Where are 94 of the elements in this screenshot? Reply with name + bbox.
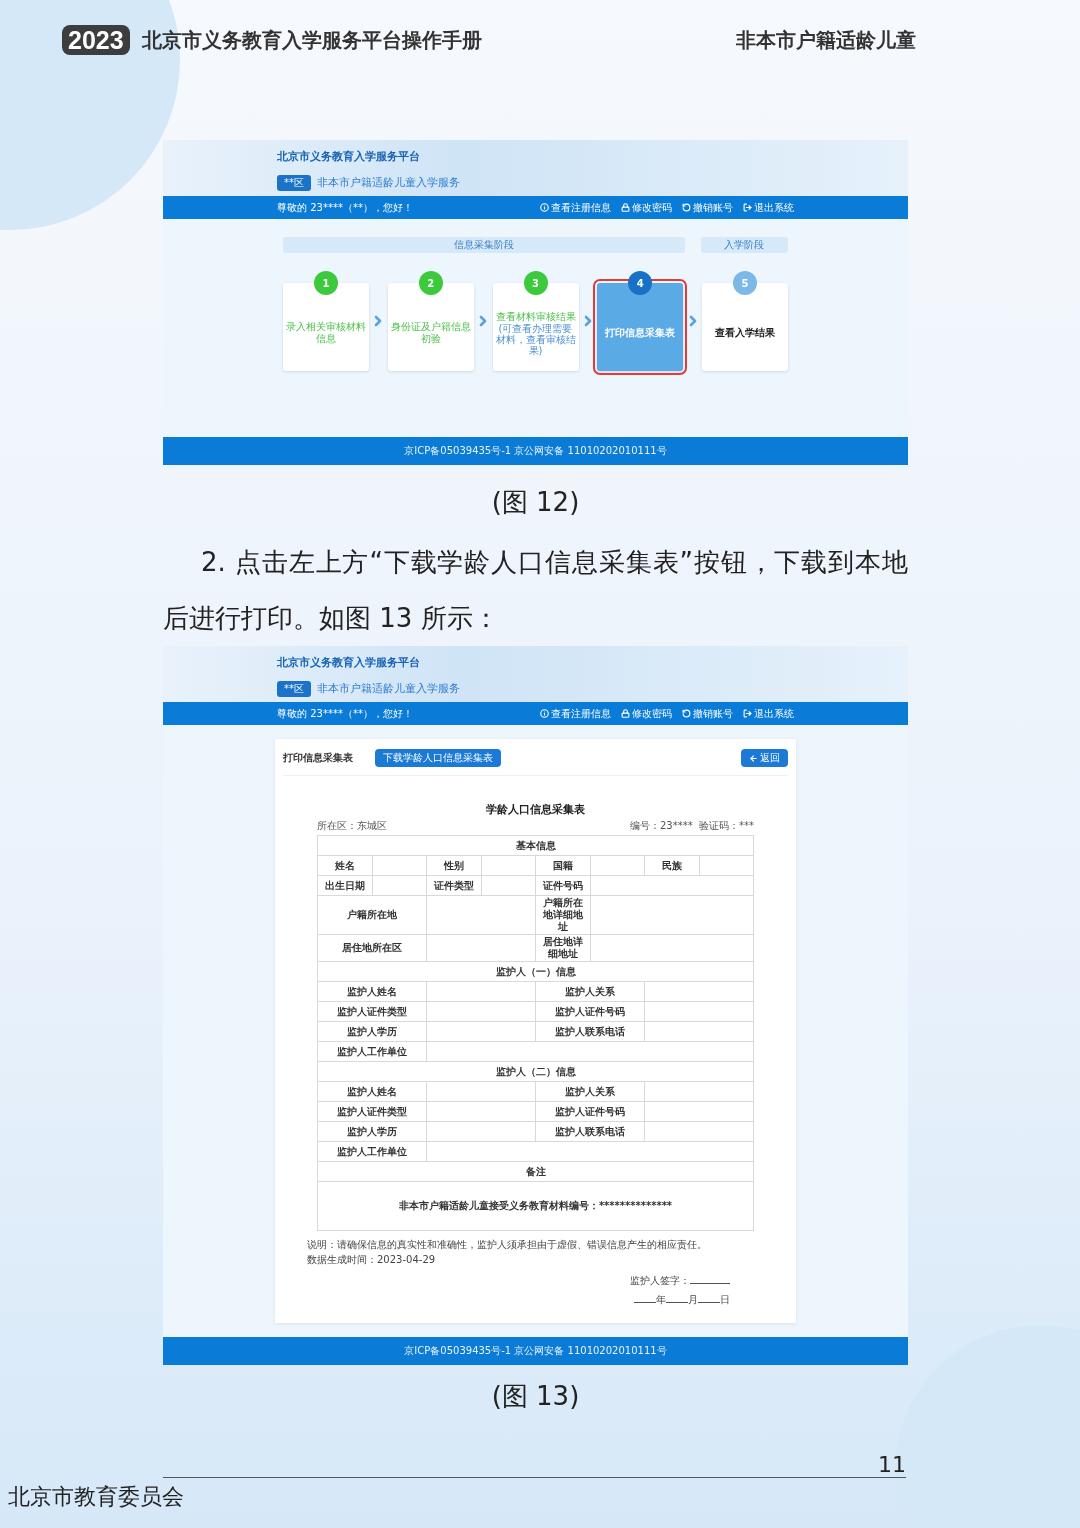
nav-link[interactable]: 查看注册信息 bbox=[540, 706, 611, 721]
table-cell: 证件号码 bbox=[535, 875, 590, 896]
nav-link[interactable]: 撤销账号 bbox=[682, 200, 733, 215]
nav-icon bbox=[621, 203, 630, 212]
empty-cell bbox=[699, 855, 754, 876]
serial-text: 编号：23**** 验证码：*** bbox=[629, 819, 754, 833]
empty-cell bbox=[372, 855, 427, 876]
empty-cell bbox=[590, 855, 645, 876]
platform-title: 北京市义务教育入学服务平台 bbox=[277, 149, 421, 165]
nav-link[interactable]: 查看注册信息 bbox=[540, 200, 611, 215]
table-cell: 非本市户籍适龄儿童接受义务教育材料编号：************** bbox=[317, 1181, 754, 1231]
download-button[interactable]: 下载学龄人口信息采集表 bbox=[375, 749, 501, 767]
stage-bar: 信息采集阶段 bbox=[283, 237, 685, 253]
nav-link[interactable]: 退出系统 bbox=[743, 200, 794, 215]
page-number: 11 bbox=[878, 1452, 907, 1477]
form-title: 学龄人口信息采集表 bbox=[485, 802, 586, 817]
district-badge: **区 bbox=[277, 680, 311, 697]
step-number: 5 bbox=[733, 271, 757, 295]
table-cell: 出生日期 bbox=[317, 875, 372, 896]
table-cell: 监护人证件类型 bbox=[317, 1001, 427, 1022]
table-cell: 监护人工作单位 bbox=[317, 1041, 427, 1062]
platform-title: 北京市义务教育入学服务平台 bbox=[277, 655, 421, 671]
table-cell: 国籍 bbox=[535, 855, 590, 876]
table-cell: 姓名 bbox=[317, 855, 372, 876]
table-cell: 监护人证件号码 bbox=[535, 1001, 645, 1022]
step-label: 录入相关审核材料信息 bbox=[286, 321, 366, 345]
service-name: 非本市户籍适龄儿童入学服务 bbox=[317, 681, 460, 697]
nav-link[interactable]: 修改密码 bbox=[621, 200, 672, 215]
publisher-name: 北京市教育委员会 bbox=[8, 1483, 185, 1511]
step-number: 1 bbox=[314, 271, 338, 295]
footer-text: 京ICP备05039435号-1 京公网安备 11010202010111号 bbox=[404, 444, 667, 458]
table-cell: 监护人证件类型 bbox=[317, 1101, 427, 1122]
table-cell: 居住地详细地址 bbox=[535, 934, 590, 962]
table-cell: 监护人工作单位 bbox=[317, 1141, 427, 1162]
step-label: 查看入学结果 bbox=[715, 327, 775, 339]
table-cell: 监护人联系电话 bbox=[535, 1121, 645, 1142]
table-cell: 证件类型 bbox=[426, 875, 481, 896]
nav-link[interactable]: 退出系统 bbox=[743, 706, 794, 721]
step-label: 打印信息采集表 bbox=[605, 327, 676, 339]
table-cell: 监护人学历 bbox=[317, 1021, 427, 1042]
nav-icon bbox=[743, 709, 752, 718]
stage-bar: 入学阶段 bbox=[700, 237, 788, 253]
nav-link[interactable]: 修改密码 bbox=[621, 706, 672, 721]
district-badge: **区 bbox=[277, 174, 311, 191]
footer-text: 京ICP备05039435号-1 京公网安备 11010202010111号 bbox=[404, 1344, 667, 1358]
greeting-text: 尊敬的 23****（**），您好！ bbox=[277, 706, 413, 721]
empty-cell bbox=[372, 875, 427, 896]
nav-link[interactable]: 撤销账号 bbox=[682, 706, 733, 721]
step-number: 2 bbox=[418, 271, 443, 295]
table-cell: 监护人姓名 bbox=[317, 1081, 427, 1102]
arrow-left-icon bbox=[749, 753, 758, 763]
section-title: 非本市户籍适龄儿童 bbox=[736, 26, 916, 54]
step-number: 3 bbox=[523, 271, 548, 295]
table-cell: 备注 bbox=[317, 1161, 754, 1182]
table-cell: 民族 bbox=[644, 855, 699, 876]
table-cell: 监护人（一）信息 bbox=[317, 961, 754, 982]
table-cell: 监护人关系 bbox=[535, 1081, 645, 1102]
year-badge: 2023 bbox=[62, 25, 130, 55]
instruction-paragraph: 2. 点击左上方“下载学龄人口信息采集表”按钮，下载到本地后进行打印。如图 13 所示： bbox=[163, 546, 908, 635]
generated-time: 数据生成时间：2023-04-29 bbox=[306, 1253, 437, 1267]
table-cell: 基本信息 bbox=[317, 835, 754, 856]
step-number: 4 bbox=[628, 271, 653, 295]
table-cell: 监护人关系 bbox=[535, 981, 645, 1002]
nav-icon bbox=[682, 709, 691, 718]
table-cell: 监护人证件号码 bbox=[535, 1101, 645, 1122]
greeting-text: 尊敬的 23****（**），您好！ bbox=[277, 200, 413, 215]
card-title: 打印信息采集表 bbox=[283, 751, 353, 765]
empty-cell bbox=[481, 855, 536, 876]
figure-caption: (图 12) bbox=[490, 486, 581, 519]
nav-icon bbox=[743, 203, 752, 212]
nav-icon bbox=[540, 203, 549, 212]
back-button[interactable]: 返回 bbox=[741, 749, 788, 767]
step-label: 身份证及户籍信息初验 bbox=[390, 321, 471, 345]
nav-icon bbox=[682, 203, 691, 212]
explanation-text: 说明：请确保信息的真实性和准确性，监护人须承担由于虚假、错误信息产生的相应责任。 bbox=[306, 1238, 708, 1252]
table-cell: 户籍所在地详细地址 bbox=[535, 895, 590, 935]
table-cell: 监护人学历 bbox=[317, 1121, 427, 1142]
table-cell: 户籍所在地 bbox=[317, 895, 427, 935]
date-line: 年 月 日 bbox=[610, 1292, 754, 1307]
empty-cell bbox=[481, 875, 536, 896]
table-cell: 居住地所在区 bbox=[317, 934, 427, 962]
table-cell: 性别 bbox=[426, 855, 481, 876]
step-label: 查看材料审核结果 bbox=[495, 310, 576, 323]
table-cell: 监护人（二）信息 bbox=[317, 1061, 754, 1082]
nav-icon bbox=[621, 709, 630, 718]
district-text: 所在区：东城区 bbox=[317, 819, 387, 833]
service-name: 非本市户籍适龄儿童入学服务 bbox=[317, 175, 460, 191]
signature-line: 监护人签字： bbox=[606, 1273, 754, 1288]
manual-title: 北京市义务教育入学服务平台操作手册 bbox=[141, 26, 482, 54]
table-cell: 监护人联系电话 bbox=[535, 1021, 645, 1042]
table-cell: 监护人姓名 bbox=[317, 981, 427, 1002]
step-note: (可查看办理需要材料，查看审核结果) bbox=[495, 322, 576, 356]
figure-caption: (图 13) bbox=[490, 1380, 581, 1413]
nav-icon bbox=[540, 709, 549, 718]
